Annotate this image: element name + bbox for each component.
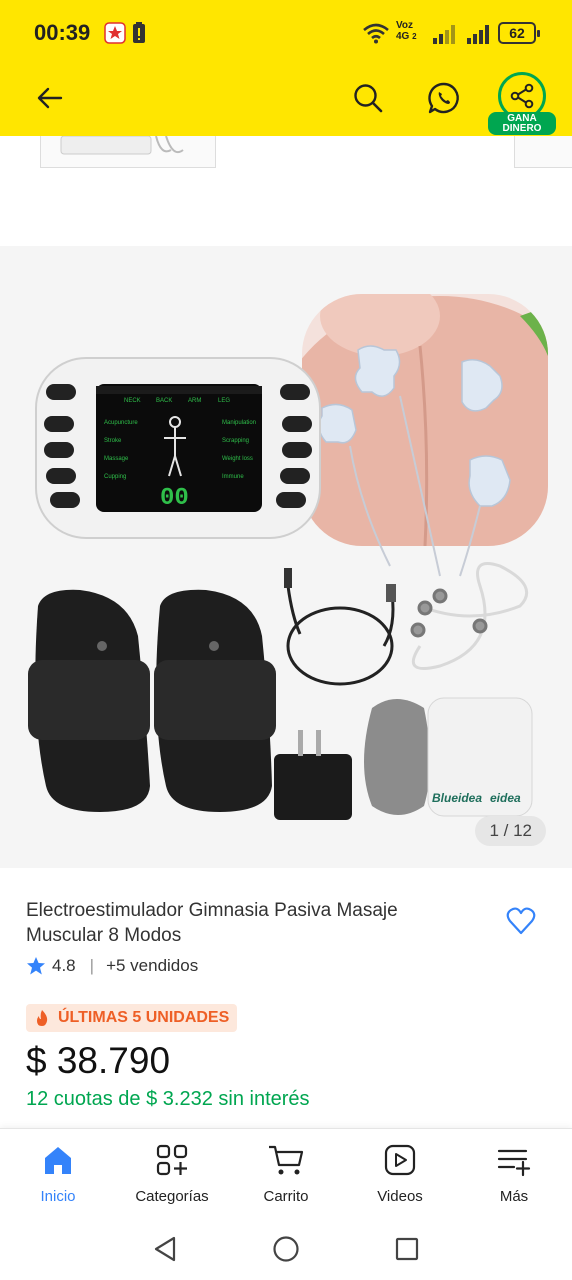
home-icon [45,1147,71,1174]
svg-text:Weight loss: Weight loss [222,456,253,462]
star-icon [27,957,45,975]
svg-text:Manipulation: Manipulation [222,420,256,426]
rating-row[interactable]: 4.8 | +5 vendidos [26,956,198,976]
sim-index: 2 [412,32,417,41]
status-bar: 00:39 Voz 4G 2 62 [0,0,572,66]
nav-carrito[interactable]: Carrito [236,1143,336,1205]
notification-app-icon [104,22,126,44]
device-image: NECK BACK ARM LEG Acupuncture Stroke Massage C… [35,357,321,539]
battery-alert-icon [133,22,145,43]
gana-dinero-badge: GANA DINERO [488,112,556,135]
nav-videos-label: Videos [377,1188,423,1205]
cable-image [60,135,184,155]
flame-icon [37,1010,48,1026]
product-price: $ 38.790 [26,1040,171,1081]
app-header: 00:39 Voz 4G 2 62 GANA DINERO [0,0,572,136]
nav-categorias[interactable]: Categorías [122,1143,222,1205]
rating-separator: | [89,956,95,975]
nav-mas[interactable]: Más [464,1143,564,1205]
triangle-back-icon [154,1236,176,1262]
svg-text:Scrapping: Scrapping [222,438,249,444]
pad-brand-2: eidea [490,791,521,805]
nav-mas-label: Más [499,1188,529,1205]
image-counter: 1 / 12 [475,816,546,846]
favorite-button[interactable] [500,900,542,942]
nav-inicio[interactable]: Inicio [8,1143,108,1205]
system-back-button[interactable] [150,1234,180,1264]
svg-text:Cupping: Cupping [104,474,126,480]
arrow-left-icon [37,87,63,109]
device-display: 00 [160,485,189,512]
system-navigation [0,1216,572,1280]
nav-inicio-label: Inicio [40,1188,76,1205]
svg-text:Stroke: Stroke [104,438,122,444]
battery-indicator: 62 [498,22,540,44]
electrode-pads-image: Blueidea eidea [364,697,533,817]
search-button[interactable] [346,76,390,120]
rating-value: 4.8 [52,956,76,975]
previous-thumbnail-right [514,136,572,168]
previous-image-strip [0,135,572,246]
network-label: Voz [396,20,414,31]
search-icon [354,84,383,113]
back-button[interactable] [28,76,72,120]
cart-icon [269,1145,304,1175]
svg-text:Massage: Massage [104,456,129,462]
square-recents-icon [395,1237,419,1261]
product-image: NECK BACK ARM LEG Acupuncture Stroke Massage C… [28,294,548,820]
signal-icon-2 [467,25,489,44]
svg-text:LEG: LEG [218,398,230,404]
nav-categorias-label: Categorías [135,1188,209,1205]
slippers-image [28,589,276,812]
wifi-icon [363,23,389,44]
network-indicator: Voz 4G 2 [396,20,417,42]
menu-plus-icon [497,1149,531,1177]
system-home-button[interactable] [271,1234,301,1264]
product-gallery[interactable]: NECK BACK ARM LEG Acupuncture Stroke Massage C… [0,246,572,868]
whatsapp-icon [428,82,459,114]
svg-text:ARM: ARM [188,398,201,404]
sold-count: +5 vendidos [106,956,199,975]
svg-text:Acupuncture: Acupuncture [104,420,138,426]
heart-icon [506,907,536,935]
pad-brand: Blueidea [432,791,482,805]
svg-text:NECK: NECK [124,398,141,404]
nav-carrito-label: Carrito [263,1188,309,1205]
system-recents-button[interactable] [392,1234,422,1264]
share-earn-button[interactable]: GANA DINERO [488,70,558,136]
circle-home-icon [273,1236,299,1262]
signal-icon-1 [433,25,455,44]
categories-icon [156,1144,188,1176]
bottom-navigation: Inicio Categorías Carrito Videos Más [0,1128,572,1216]
network-type: 4G [396,31,410,42]
installments-text: 12 cuotas de $ 3.232 sin interés [26,1088,310,1110]
stock-badge: ÚLTIMAS 5 UNIDADES [26,1004,238,1032]
electrode-wires-image [410,562,529,670]
stock-badge-label: ÚLTIMAS 5 UNIDADES [58,1009,230,1026]
svg-text:Immune: Immune [222,474,244,480]
whatsapp-button[interactable] [422,76,466,120]
video-icon [384,1144,416,1176]
share-icon [510,83,534,109]
nav-videos[interactable]: Videos [350,1143,450,1205]
status-time: 00:39 [34,20,91,45]
svg-text:BACK: BACK [156,398,172,404]
product-title: Electroestimulador Gimnasia Pasiva Masaj… [26,900,398,946]
previous-thumbnail [40,135,216,168]
